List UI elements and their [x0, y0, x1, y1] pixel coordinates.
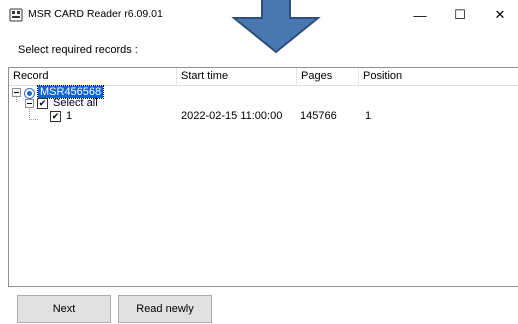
list-header: Record Start time Pages Position [9, 68, 518, 86]
next-button[interactable]: Next [17, 295, 111, 323]
column-start-time[interactable]: Start time [177, 68, 297, 85]
record-checkbox[interactable]: ✔ [50, 111, 61, 122]
root-collapse-toggle[interactable] [12, 88, 21, 97]
window-title: MSR CARD Reader r6.09.01 [28, 8, 163, 20]
record-start-time: 2022-02-15 11:00:00 [181, 110, 283, 122]
tree-connector [29, 119, 38, 120]
select-all-checkbox[interactable]: ✔ [37, 98, 48, 109]
read-newly-button[interactable]: Read newly [118, 295, 212, 323]
record-pages: 145766 [300, 110, 337, 122]
select-all-collapse-toggle[interactable] [25, 99, 34, 108]
select-all-label: Select all [53, 97, 98, 109]
card-reader-icon [9, 8, 23, 22]
maximize-button[interactable]: ☐ [440, 0, 480, 30]
close-button[interactable]: ✕ [480, 0, 518, 30]
root-radio[interactable] [24, 88, 35, 99]
column-pages[interactable]: Pages [297, 68, 359, 85]
minimize-button[interactable]: — [400, 0, 440, 30]
records-list[interactable]: Record Start time Pages Position MSR4565… [8, 67, 518, 287]
column-record[interactable]: Record [9, 68, 177, 85]
record-position: 1 [365, 110, 372, 122]
instruction-label: Select required records : [18, 44, 138, 56]
column-position[interactable]: Position [359, 68, 518, 85]
down-arrow-icon [231, 0, 321, 54]
record-number: 1 [66, 110, 73, 122]
